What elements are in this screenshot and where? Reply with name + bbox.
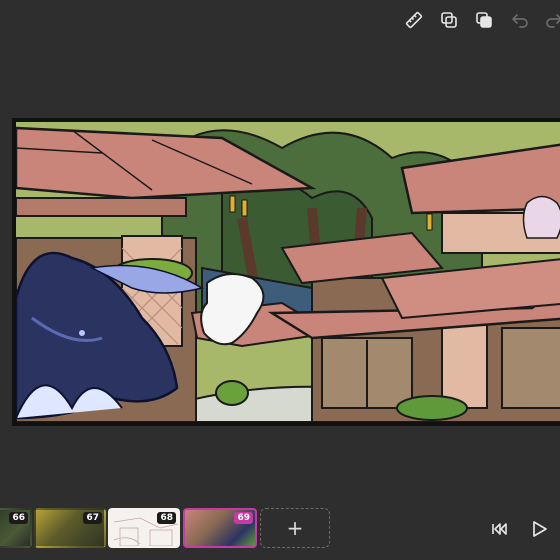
redo-icon[interactable] — [542, 8, 560, 32]
frame-number: 68 — [157, 512, 176, 524]
add-frame-button[interactable]: + — [260, 508, 330, 548]
play-icon[interactable] — [526, 516, 552, 542]
frame-thumbnail[interactable]: 67 — [34, 508, 106, 548]
artwork-canvas[interactable] — [12, 118, 560, 426]
plus-icon: + — [286, 516, 304, 540]
frame-timeline: 66 67 68 69 + — [0, 500, 560, 560]
ruler-icon[interactable] — [402, 8, 426, 32]
skip-to-start-icon[interactable] — [486, 516, 512, 542]
artwork-illustration — [12, 118, 560, 426]
frame-number: 66 — [9, 512, 28, 524]
layers-copy-icon[interactable] — [472, 8, 496, 32]
top-toolbar — [390, 8, 560, 34]
undo-icon[interactable] — [508, 8, 532, 32]
duplicate-icon[interactable] — [437, 8, 461, 32]
frame-number: 67 — [83, 512, 102, 524]
frame-thumbnail[interactable]: 66 — [0, 508, 32, 548]
frame-number: 69 — [234, 512, 253, 524]
drawing-canvas-area[interactable] — [0, 60, 560, 480]
frame-thumbnail-active[interactable]: 69 — [183, 508, 257, 548]
frame-thumbnail[interactable]: 68 — [108, 508, 180, 548]
